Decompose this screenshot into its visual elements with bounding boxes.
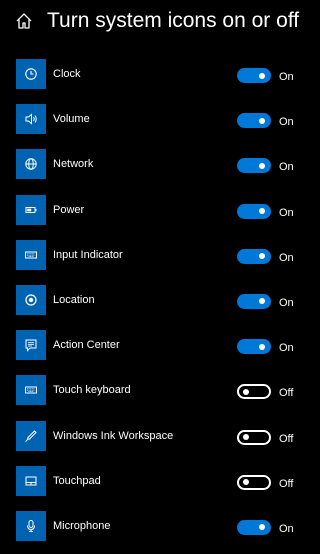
toggle-state-text: Off [279,387,294,400]
toggle-state-text: On [279,296,294,309]
power-toggle[interactable] [237,203,271,219]
volume-icon [16,104,46,135]
toggle-knob [259,162,265,169]
toggle-knob [259,524,265,531]
input-indicator-toggle[interactable] [237,248,271,264]
setting-row-power: Power On [0,193,315,238]
keyboard-icon [16,239,46,270]
setting-row-location: Location On [0,283,315,328]
pen-icon [16,420,46,451]
setting-label: Windows Ink Workspace [53,429,174,442]
setting-label: Action Center [53,339,120,352]
windows-ink-workspace-toggle[interactable] [237,429,271,445]
action-center-toggle[interactable] [237,339,271,355]
setting-row-touch-keyboard: Touch keyboard Off [0,373,315,418]
setting-row-volume: Volume On [0,102,315,147]
toggle-knob [259,298,265,305]
touch-keyboard-icon [16,375,46,406]
setting-row-network: Network On [0,147,315,192]
power-icon [16,194,46,225]
toggle-state-text: On [279,522,294,535]
toggle-knob [259,208,265,215]
setting-label: Volume [53,113,90,126]
setting-label: Input Indicator [53,248,123,261]
setting-label: Clock [53,68,81,80]
setting-row-microphone: Microphone On [0,509,315,554]
setting-label: Location [53,293,95,306]
toggle-knob [243,434,249,440]
toggle-state-text: On [279,116,294,129]
page-header: Turn system icons on or off [0,0,315,42]
toggle-knob [243,388,249,395]
network-icon [16,149,46,180]
setting-row-clock: Clock On [0,57,315,102]
toggle-state-text: On [279,161,294,174]
toggle-state-text: Off [279,432,294,445]
toggle-knob [243,479,249,486]
microphone-toggle[interactable] [237,519,271,535]
location-icon [16,284,46,315]
toggle-state-text: Off [279,477,294,490]
action-center-icon [16,330,46,361]
setting-row-action-center: Action Center On [0,328,315,373]
location-toggle[interactable] [237,293,271,309]
page-title: Turn system icons on or off [47,9,300,32]
setting-row-windows-ink-workspace: Windows Ink Workspace Off [0,419,315,464]
touchpad-toggle[interactable] [237,474,271,490]
toggle-state-text: On [279,206,294,219]
toggle-knob [259,117,265,124]
system-icons-list: Clock On Volume On Network On Power On I… [0,57,315,554]
toggle-state-text: On [279,342,294,355]
clock-icon [16,59,46,89]
toggle-knob [259,343,265,350]
setting-label: Touch keyboard [53,384,131,397]
touchpad-icon [16,465,46,496]
network-toggle[interactable] [237,158,271,174]
setting-label: Microphone [53,519,111,532]
toggle-state-text: On [279,71,294,83]
volume-toggle[interactable] [237,113,271,129]
clock-toggle[interactable] [237,68,271,83]
setting-row-touchpad: Touchpad Off [0,464,315,509]
setting-label: Power [53,203,85,216]
microphone-icon [16,510,46,541]
setting-label: Touchpad [53,474,101,487]
home-icon[interactable] [15,12,33,30]
setting-label: Network [53,158,94,171]
touch-keyboard-toggle[interactable] [237,384,271,400]
toggle-knob [259,72,265,79]
setting-row-input-indicator: Input Indicator On [0,238,315,283]
toggle-state-text: On [279,251,294,264]
toggle-knob [259,253,265,260]
